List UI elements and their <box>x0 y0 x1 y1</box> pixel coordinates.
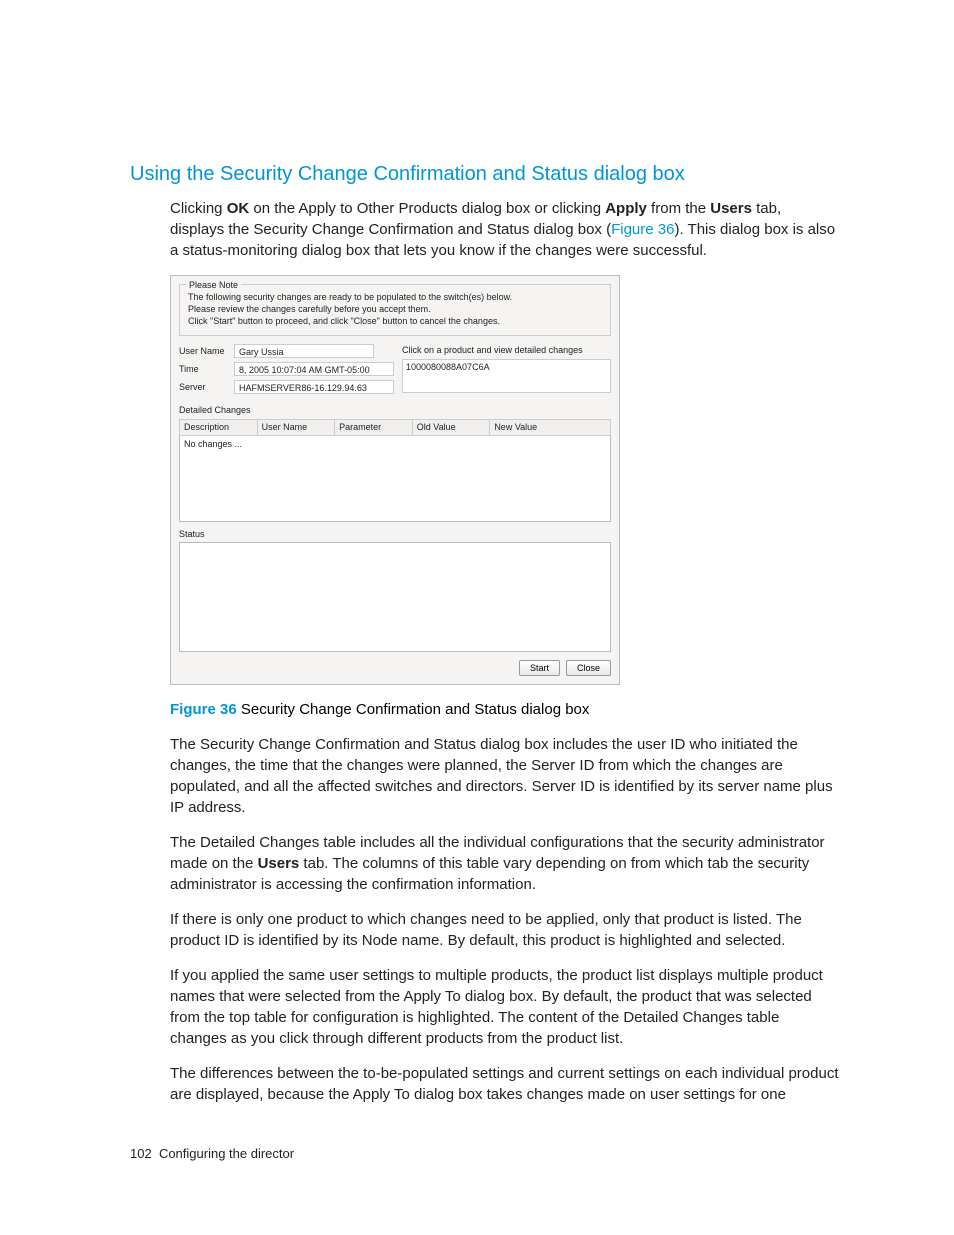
detailed-changes-table: Description User Name Parameter Old Valu… <box>179 419 611 436</box>
status-label: Status <box>179 528 611 541</box>
paragraph-4: If there is only one product to which ch… <box>170 909 839 951</box>
note-line: Click "Start" button to proceed, and cli… <box>188 315 602 327</box>
no-changes-text: No changes ... <box>184 439 242 449</box>
footer-title: Configuring the director <box>159 1146 294 1161</box>
status-box <box>179 542 611 652</box>
close-button[interactable]: Close <box>566 660 611 676</box>
user-name-label: User Name <box>179 345 234 358</box>
note-line: Please review the changes carefully befo… <box>188 303 602 315</box>
paragraph-6: The differences between the to-be-popula… <box>170 1063 839 1105</box>
user-name-value: Gary Ussia <box>234 344 374 358</box>
col-user-name[interactable]: User Name <box>257 420 335 436</box>
bold-users: Users <box>710 200 752 217</box>
figure-caption-text: Security Change Confirmation and Status … <box>237 701 590 718</box>
figure-link[interactable]: Figure 36 <box>611 221 674 238</box>
product-item[interactable]: 1000080088A07C6A <box>406 361 607 374</box>
col-description[interactable]: Description <box>180 420 258 436</box>
note-line: The following security changes are ready… <box>188 291 602 303</box>
paragraph-3: The Detailed Changes table includes all … <box>170 832 839 895</box>
changes-body: No changes ... <box>179 436 611 522</box>
time-label: Time <box>179 363 234 376</box>
text: from the <box>647 200 710 217</box>
figure-label: Figure 36 <box>170 701 237 718</box>
product-instruction: Click on a product and view detailed cha… <box>402 344 611 357</box>
section-heading: Using the Security Change Confirmation a… <box>130 160 839 188</box>
text: on the Apply to Other Products dialog bo… <box>249 200 605 217</box>
col-new-value[interactable]: New Value <box>490 420 611 436</box>
time-value: 8, 2005 10:07:04 AM GMT-05:00 <box>234 362 394 376</box>
intro-paragraph: Clicking OK on the Apply to Other Produc… <box>170 198 839 261</box>
bold-users: Users <box>258 855 300 872</box>
col-parameter[interactable]: Parameter <box>335 420 413 436</box>
figure-dialog: Please Note The following security chang… <box>170 275 839 685</box>
page-number: 102 <box>130 1146 152 1161</box>
please-note-legend: Please Note <box>186 279 241 292</box>
start-button[interactable]: Start <box>519 660 560 676</box>
detailed-changes-label: Detailed Changes <box>179 404 611 417</box>
text: Clicking <box>170 200 227 217</box>
server-label: Server <box>179 381 234 394</box>
security-change-dialog: Please Note The following security chang… <box>170 275 620 685</box>
server-value: HAFMSERVER86-16.129.94.63 <box>234 380 394 394</box>
product-list[interactable]: 1000080088A07C6A <box>402 359 611 393</box>
bold-apply: Apply <box>605 200 647 217</box>
please-note-box: Please Note The following security chang… <box>179 284 611 336</box>
paragraph-5: If you applied the same user settings to… <box>170 965 839 1049</box>
page-footer: 102 Configuring the director <box>130 1145 839 1163</box>
col-old-value[interactable]: Old Value <box>412 420 490 436</box>
paragraph-2: The Security Change Confirmation and Sta… <box>170 734 839 818</box>
bold-ok: OK <box>227 200 250 217</box>
figure-caption: Figure 36 Security Change Confirmation a… <box>170 699 839 720</box>
